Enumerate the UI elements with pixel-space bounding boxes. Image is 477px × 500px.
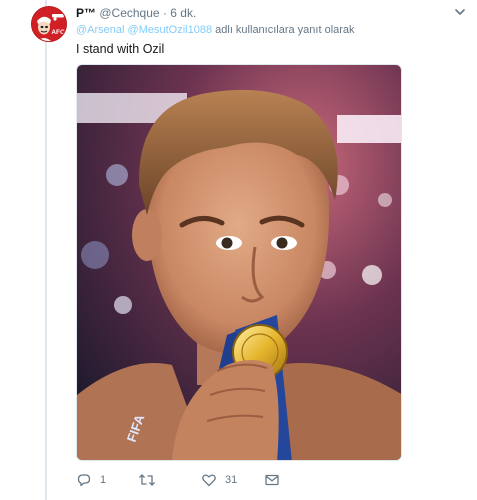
reply-icon	[77, 474, 91, 487]
display-name[interactable]: P™	[76, 6, 96, 20]
reply-context: @Arsenal @MesutOzil1088 adlı kullanıcıla…	[76, 24, 355, 36]
tweet-actions: 1 31	[76, 471, 376, 489]
direct-message-button[interactable]	[264, 471, 288, 489]
reply-context-suffix: adlı kullanıcılara yanıt olarak	[215, 24, 355, 36]
envelope-icon	[265, 474, 279, 486]
heart-icon	[202, 474, 216, 487]
like-count: 31	[225, 474, 238, 486]
mention-link-mesutozil[interactable]: @MesutOzil1088	[128, 24, 213, 36]
reply-count: 1	[100, 474, 107, 486]
like-button[interactable]: 31	[201, 471, 237, 489]
retweet-icon	[139, 474, 155, 486]
tweet-photo[interactable]: FIFA	[76, 64, 402, 461]
more-options-chevron-icon[interactable]	[453, 5, 467, 19]
avatar-badge-text: AFC	[51, 29, 65, 36]
photo-image: FIFA	[77, 65, 401, 460]
separator-dot: ·	[162, 6, 167, 20]
mention-link-arsenal[interactable]: @Arsenal	[76, 24, 124, 36]
thread-line	[45, 0, 47, 500]
tweet-text: I stand with Ozil	[76, 42, 165, 56]
tweet-timestamp[interactable]: 6 dk.	[170, 6, 196, 20]
reply-button[interactable]: 1	[76, 471, 106, 489]
avatar[interactable]: AFC	[31, 6, 67, 42]
avatar-image: AFC	[32, 7, 66, 41]
tweet-header: P™ @Cechque · 6 dk.	[76, 6, 196, 20]
user-handle[interactable]: @Cechque	[99, 6, 159, 20]
retweet-button[interactable]	[138, 471, 164, 489]
